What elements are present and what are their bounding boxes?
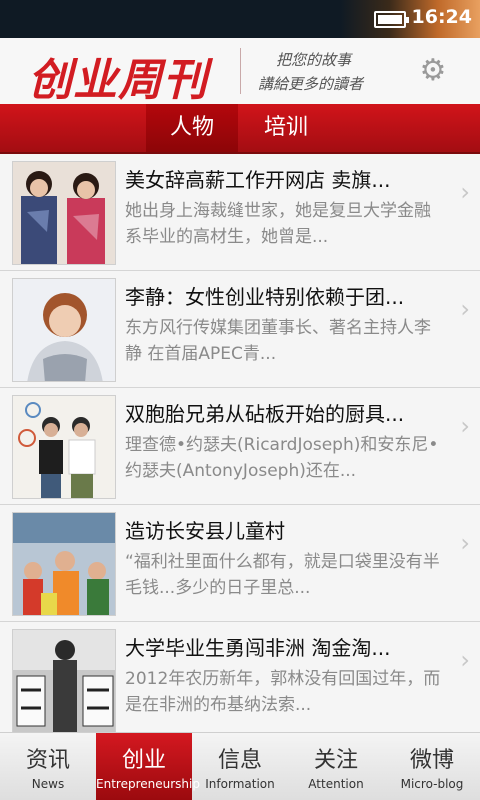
slogan: 把您的故事 講給更多的讀者 xyxy=(258,48,363,96)
header-divider xyxy=(240,48,241,94)
nav-news[interactable]: 资讯 News xyxy=(0,733,96,800)
status-bar: 16:24 xyxy=(0,0,480,38)
chevron-right-icon: › xyxy=(460,646,470,674)
nav-entrepreneurship[interactable]: 创业 Entrepreneurship xyxy=(96,733,200,800)
list-item[interactable]: 美女辞高薪工作开网店 卖旗... 她出身上海裁缝世家，她是复旦大学金融系毕业的高… xyxy=(0,154,480,271)
article-summary: 理查德•约瑟夫(RicardJoseph)和安东尼•约瑟夫(AntonyJose… xyxy=(125,435,439,481)
gear-icon[interactable]: ⚙ xyxy=(418,56,448,86)
article-summary: “福利社里面什么都有，就是口袋里没有半毛钱...多少的日子里总... xyxy=(125,552,440,598)
category-tab-bar: 人物 培训 xyxy=(0,104,480,154)
chevron-right-icon: › xyxy=(460,529,470,557)
nav-label-en: Micro-blog xyxy=(400,777,464,791)
nav-label-zh: 信息 xyxy=(217,748,262,773)
nav-label-en: Information xyxy=(205,777,275,791)
article-summary: 东方风行传媒集团董事长、著名主持人李静 在首届APEC青... xyxy=(125,318,431,364)
article-summary: 2012年农历新年，郭林没有回国过年，而是在非洲的布基纳法索... xyxy=(125,669,441,715)
tab-training[interactable]: 培训 xyxy=(238,104,334,152)
list-item[interactable]: 双胞胎兄弟从砧板开始的厨具... 理查德•约瑟夫(RicardJoseph)和安… xyxy=(0,388,480,505)
nav-information[interactable]: 信息 Information xyxy=(192,733,288,800)
nav-micro-blog[interactable]: 微博 Micro-blog xyxy=(384,733,480,800)
article-thumbnail xyxy=(12,629,116,732)
battery-icon xyxy=(374,11,409,28)
nav-label-en: Entrepreneurship xyxy=(96,777,200,791)
chevron-right-icon: › xyxy=(460,412,470,440)
article-list[interactable]: 美女辞高薪工作开网店 卖旗... 她出身上海裁缝世家，她是复旦大学金融系毕业的高… xyxy=(0,154,480,732)
article-summary: 她出身上海裁缝世家，她是复旦大学金融系毕业的高材生，她曾是... xyxy=(125,201,431,247)
list-item[interactable]: 李静：女性创业特别依赖于团... 东方风行传媒集团董事长、著名主持人李静 在首届… xyxy=(0,271,480,388)
article-title: 造访长安县儿童村 xyxy=(125,519,285,543)
list-item[interactable]: 大学毕业生勇闯非洲 淘金淘... 2012年农历新年，郭林没有回国过年，而是在非… xyxy=(0,622,480,732)
nav-label-zh: 创业 xyxy=(121,748,166,773)
article-title: 大学毕业生勇闯非洲 淘金淘... xyxy=(125,636,391,660)
app-logo: 创业周刊 xyxy=(28,55,208,106)
app-header: 创业周刊 把您的故事 講給更多的讀者 ⚙ xyxy=(0,38,480,106)
nav-label-zh: 资讯 xyxy=(25,748,70,773)
clock: 16:24 xyxy=(411,6,472,28)
tab-people[interactable]: 人物 xyxy=(146,104,238,152)
nav-label-zh: 微博 xyxy=(409,748,454,773)
nav-label-en: News xyxy=(31,777,65,791)
nav-label-zh: 关注 xyxy=(313,748,358,773)
article-thumbnail xyxy=(12,278,116,382)
nav-attention[interactable]: 关注 Attention xyxy=(288,733,384,800)
slogan-line-1: 把您的故事 xyxy=(276,51,352,69)
chevron-right-icon: › xyxy=(460,178,470,206)
article-thumbnail xyxy=(12,161,116,265)
chevron-right-icon: › xyxy=(460,295,470,323)
article-title: 李静：女性创业特别依赖于团... xyxy=(125,285,405,309)
nav-label-en: Attention xyxy=(308,777,364,791)
article-title: 双胞胎兄弟从砧板开始的厨具... xyxy=(125,402,405,426)
article-title: 美女辞高薪工作开网店 卖旗... xyxy=(125,168,391,192)
slogan-line-2: 講給更多的讀者 xyxy=(258,75,364,93)
article-thumbnail xyxy=(12,512,116,616)
article-thumbnail xyxy=(12,395,116,499)
bottom-navigation: 资讯 News 创业 Entrepreneurship 信息 Informati… xyxy=(0,732,480,800)
list-item[interactable]: 造访长安县儿童村 “福利社里面什么都有，就是口袋里没有半毛钱...多少的日子里总… xyxy=(0,505,480,622)
